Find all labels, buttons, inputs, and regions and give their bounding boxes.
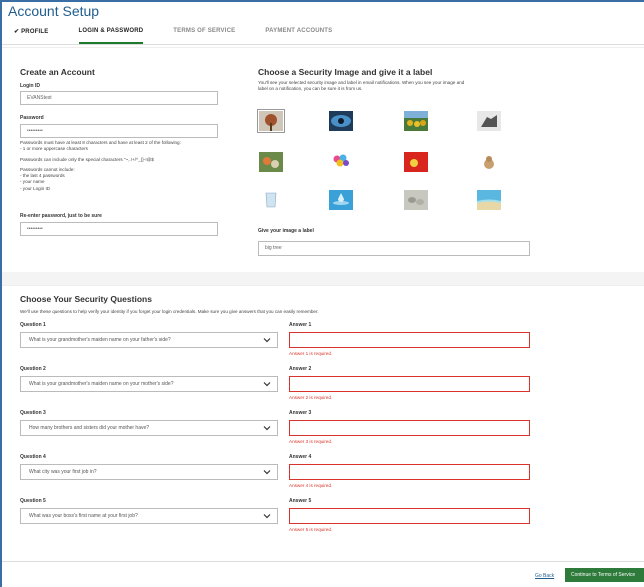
question-1-select[interactable]: What is your grandmother's maiden name o… bbox=[20, 332, 278, 348]
chevron-down-icon bbox=[263, 338, 271, 343]
reenter-password-label: Re-enter password, just to be sure bbox=[20, 213, 102, 219]
answer-1-error: Answer 1 is required. bbox=[289, 351, 333, 356]
password-label: Password bbox=[20, 115, 44, 121]
question-5-select[interactable]: What was your boss's first name at your … bbox=[20, 508, 278, 524]
answer-1-label: Answer 1 bbox=[289, 322, 312, 328]
section-gap bbox=[2, 272, 644, 285]
question-3-select[interactable]: How many brothers and sisters did your m… bbox=[20, 420, 278, 436]
reenter-password-input[interactable]: ••••••••• bbox=[20, 222, 218, 236]
eye-image[interactable] bbox=[329, 111, 353, 131]
chevron-down-icon bbox=[263, 470, 271, 475]
answer-3-input[interactable] bbox=[289, 420, 530, 436]
tabs-divider bbox=[2, 44, 644, 45]
answer-5-label: Answer 5 bbox=[289, 498, 312, 504]
go-back-link[interactable]: Go Back bbox=[535, 573, 554, 579]
flowers-image[interactable] bbox=[259, 152, 283, 172]
answer-5-input[interactable] bbox=[289, 508, 530, 524]
answer-2-input[interactable] bbox=[289, 376, 530, 392]
question-3-label: Question 3 bbox=[20, 410, 46, 416]
tree-image[interactable] bbox=[257, 109, 285, 133]
answer-5-error: Answer 5 is required. bbox=[289, 527, 333, 532]
security-image-description: You'll see your selected security image … bbox=[258, 80, 638, 93]
tab-terms-of-service[interactable]: TERMS OF SERVICE bbox=[173, 28, 235, 44]
chevron-down-icon bbox=[263, 382, 271, 387]
security-image-desc-line: label on a notification, you can be sure… bbox=[258, 86, 363, 92]
chevron-down-icon bbox=[263, 514, 271, 519]
answer-4-input[interactable] bbox=[289, 464, 530, 480]
tab-login-password[interactable]: LOGIN & PASSWORD bbox=[78, 28, 144, 44]
red-image[interactable] bbox=[404, 152, 428, 172]
question-4-value: What city was your first job in? bbox=[29, 469, 97, 475]
login-id-input[interactable]: EVANStest bbox=[20, 91, 218, 105]
question-4-select[interactable]: What city was your first job in? bbox=[20, 464, 278, 480]
page-title: Account Setup bbox=[8, 3, 100, 19]
question-2-select[interactable]: What is your grandmother's maiden name o… bbox=[20, 376, 278, 392]
water-drop-image[interactable] bbox=[329, 190, 353, 210]
balloons-image[interactable] bbox=[329, 152, 353, 172]
glass-image[interactable] bbox=[259, 190, 283, 210]
continue-button[interactable]: Continue to Terms of Service bbox=[565, 568, 644, 582]
answer-3-label: Answer 3 bbox=[289, 410, 312, 416]
question-3-value: How many brothers and sisters did your m… bbox=[29, 425, 150, 431]
tab-payment-accounts[interactable]: PAYMENT ACCOUNTS bbox=[265, 28, 332, 44]
stones-image[interactable] bbox=[404, 190, 428, 210]
question-5-value: What was your boss's first name at your … bbox=[29, 513, 138, 519]
create-account-heading: Create an Account bbox=[20, 67, 95, 77]
question-2-label: Question 2 bbox=[20, 366, 46, 372]
question-4-label: Question 4 bbox=[20, 454, 46, 460]
security-image-heading: Choose a Security Image and give it a la… bbox=[258, 67, 433, 77]
chevron-down-icon bbox=[263, 426, 271, 431]
image-label-title: Give your image a label bbox=[258, 228, 314, 234]
answer-4-error: Answer 4 is required. bbox=[289, 483, 333, 488]
sunflowers-image[interactable] bbox=[404, 111, 428, 131]
answer-1-input[interactable] bbox=[289, 332, 530, 348]
dog-image[interactable] bbox=[477, 152, 501, 172]
question-5-label: Question 5 bbox=[20, 498, 46, 504]
hands-image[interactable] bbox=[477, 111, 501, 131]
security-questions-heading: Choose Your Security Questions bbox=[20, 294, 152, 304]
password-rule-text: - your Login ID bbox=[20, 185, 51, 191]
answer-3-error: Answer 3 is required. bbox=[289, 439, 333, 444]
beach-image[interactable] bbox=[477, 190, 501, 210]
question-1-label: Question 1 bbox=[20, 322, 46, 328]
question-1-value: What is your grandmother's maiden name o… bbox=[29, 337, 171, 343]
image-label-input[interactable]: big tree bbox=[258, 241, 530, 256]
answer-2-error: Answer 2 is required. bbox=[289, 395, 333, 400]
tab-bar: ✔ PROFILE LOGIN & PASSWORD TERMS OF SERV… bbox=[14, 28, 362, 44]
security-questions-description: We'll use these questions to help verify… bbox=[20, 309, 319, 314]
tab-profile[interactable]: ✔ PROFILE bbox=[14, 28, 49, 44]
login-id-label: Login ID bbox=[20, 83, 40, 89]
password-rules: Passwords must have at least 8 character… bbox=[20, 140, 230, 192]
answer-2-label: Answer 2 bbox=[289, 366, 312, 372]
password-input[interactable]: ••••••••• bbox=[20, 124, 218, 138]
question-2-value: What is your grandmother's maiden name o… bbox=[29, 381, 174, 387]
answer-4-label: Answer 4 bbox=[289, 454, 312, 460]
